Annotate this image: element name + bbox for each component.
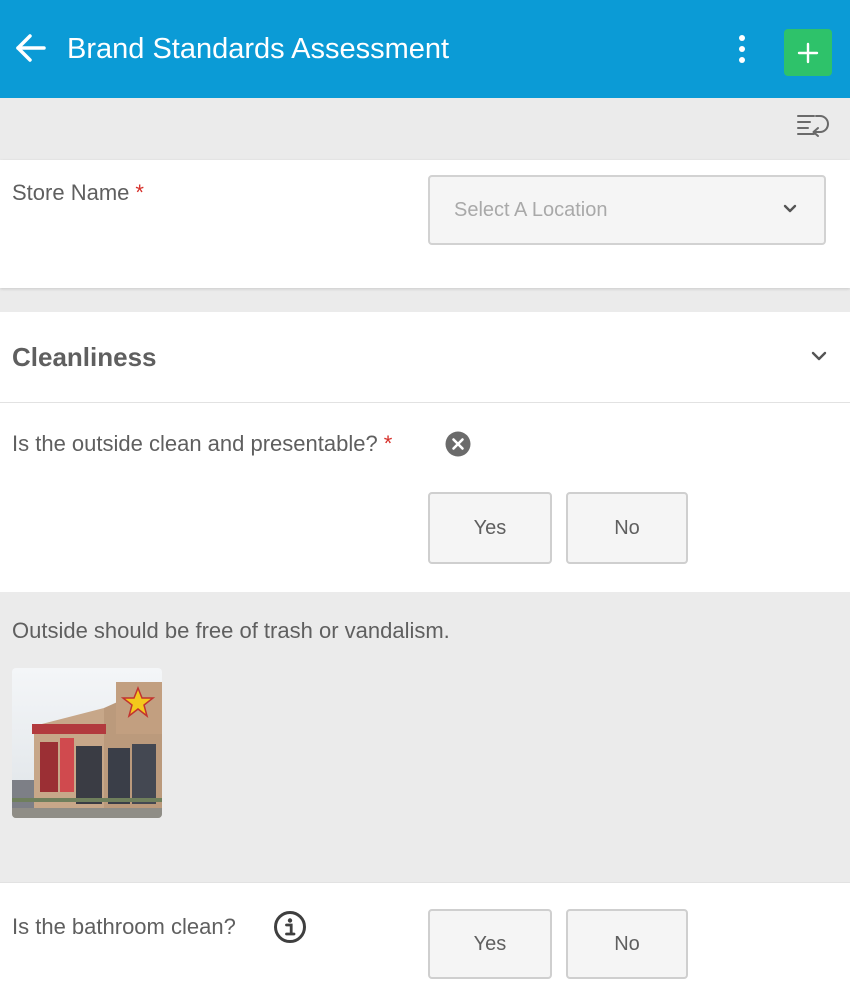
arrow-left-icon[interactable] <box>10 28 50 68</box>
more-vertical-icon[interactable] <box>722 26 762 72</box>
yes-button[interactable]: Yes <box>428 492 552 564</box>
question-hint-panel: Outside should be free of trash or vanda… <box>0 592 850 858</box>
location-select-placeholder: Select A Location <box>454 199 608 221</box>
store-name-label: Store Name * <box>12 180 144 205</box>
hint-text: Outside should be free of trash or vanda… <box>12 618 450 643</box>
toolbar <box>0 98 850 160</box>
info-circle-icon[interactable] <box>273 910 307 944</box>
store-name-card: Store Name * Select A Location <box>0 160 850 288</box>
required-marker: * <box>135 180 144 205</box>
plus-icon <box>797 42 819 63</box>
question-bathroom-card: Is the bathroom clean? Yes No <box>0 882 850 1004</box>
list-reorder-icon[interactable] <box>794 110 830 140</box>
location-select[interactable]: Select A Location <box>428 175 826 245</box>
clear-circle-icon[interactable] <box>445 431 471 457</box>
question-outside-text: Is the outside clean and presentable? * <box>12 431 393 456</box>
app-bar: Brand Standards Assessment <box>0 0 850 98</box>
section-header[interactable]: Cleanliness <box>0 312 850 403</box>
yes-button[interactable]: Yes <box>428 909 552 979</box>
cleanliness-section: Cleanliness Is the outside clean and pre… <box>0 312 850 592</box>
store-photo-thumbnail[interactable] <box>12 668 162 818</box>
no-button[interactable]: No <box>566 492 688 564</box>
question-bathroom-text: Is the bathroom clean? <box>12 914 236 939</box>
chevron-down-icon <box>811 351 827 361</box>
required-marker: * <box>383 431 393 456</box>
no-button[interactable]: No <box>566 909 688 979</box>
assessment-screen: Brand Standards Assessment Store Name * S… <box>0 0 850 1004</box>
page-title: Brand Standards Assessment <box>67 33 450 65</box>
add-button[interactable] <box>784 29 832 76</box>
chevron-down-icon <box>783 204 797 213</box>
section-title: Cleanliness <box>12 342 157 372</box>
